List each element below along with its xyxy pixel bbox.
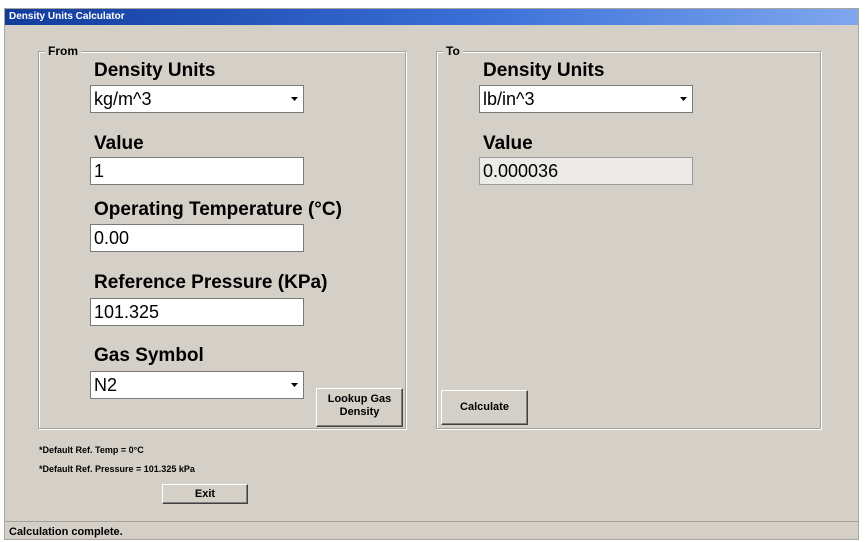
from-group-label: From (45, 44, 81, 58)
to-group-label: To (443, 44, 463, 58)
from-density-units-label: Density Units (94, 60, 216, 81)
calculate-button[interactable]: Calculate (441, 390, 528, 425)
chevron-down-icon[interactable] (677, 87, 691, 111)
title-bar[interactable]: Density Units Calculator (5, 9, 858, 25)
lookup-gas-density-button[interactable]: Lookup Gas Density (316, 388, 403, 427)
window-title: Density Units Calculator (9, 11, 125, 22)
operating-temperature-input[interactable] (90, 224, 304, 252)
default-pressure-note: *Default Ref. Pressure = 101.325 kPa (39, 464, 195, 474)
chevron-down-icon[interactable] (288, 87, 302, 111)
default-temp-note: *Default Ref. Temp = 0°C (39, 445, 144, 455)
gas-symbol-value: N2 (94, 375, 118, 395)
calculator-window: Density Units Calculator From Density Un… (4, 8, 859, 540)
from-density-units-select[interactable]: kg/m^3 (90, 85, 304, 113)
to-density-units-value: lb/in^3 (483, 89, 535, 109)
to-value-label: Value (483, 133, 533, 154)
from-value-label: Value (94, 133, 144, 154)
to-value-output: 0.000036 (479, 157, 693, 185)
to-density-units-label: Density Units (483, 60, 605, 81)
reference-pressure-label: Reference Pressure (KPa) (94, 272, 328, 293)
operating-temperature-label: Operating Temperature (°C) (94, 199, 342, 220)
lookup-button-line1: Lookup Gas (327, 393, 392, 405)
from-density-units-value: kg/m^3 (94, 89, 152, 109)
gas-symbol-label: Gas Symbol (94, 345, 204, 366)
exit-button[interactable]: Exit (162, 484, 248, 504)
status-text: Calculation complete. (9, 526, 123, 538)
reference-pressure-input[interactable] (90, 298, 304, 326)
status-bar: Calculation complete. (5, 521, 858, 542)
lookup-button-line2: Density (339, 406, 380, 418)
to-density-units-select[interactable]: lb/in^3 (479, 85, 693, 113)
chevron-down-icon[interactable] (288, 373, 302, 397)
gas-symbol-select[interactable]: N2 (90, 371, 304, 399)
from-value-input[interactable] (90, 157, 304, 185)
